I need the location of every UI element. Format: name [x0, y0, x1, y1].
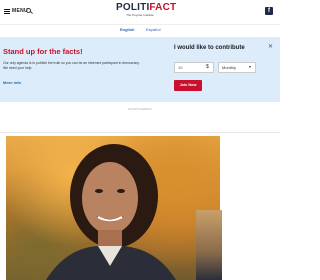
logo-text-politi: POLITI — [116, 2, 150, 13]
more-info-link[interactable]: More info — [3, 80, 21, 85]
hamburger-menu-icon[interactable] — [4, 9, 10, 14]
language-spanish-link[interactable]: Español — [146, 27, 160, 32]
banner-title: Stand up for the facts! — [3, 47, 83, 56]
chevron-down-icon: ▾ — [249, 64, 252, 69]
search-icon[interactable] — [26, 8, 31, 13]
facebook-icon[interactable]: f — [265, 7, 273, 15]
secondary-photo — [196, 210, 222, 280]
hero-photo[interactable] — [6, 136, 220, 280]
amount-value: 10 — [178, 65, 183, 70]
language-bar — [0, 24, 280, 36]
language-english-link[interactable]: English — [120, 27, 134, 32]
close-icon[interactable]: ✕ — [268, 43, 273, 50]
frequency-value: Monthly — [222, 65, 237, 70]
join-now-label: Join Now — [179, 83, 197, 87]
logo-tagline: The Poynter Institute — [126, 13, 154, 17]
banner-description: Our only agenda is to publish the truth … — [3, 61, 140, 70]
advertisement-label: ADVERTISEMENT — [127, 108, 153, 111]
dollar-sign: $ — [206, 64, 209, 70]
contribute-heading: I would like to contribute — [174, 45, 245, 51]
divider — [0, 132, 280, 133]
logo-text-fact: FACT — [149, 2, 177, 13]
hero-photo-graphic — [46, 144, 176, 280]
politifact-logo[interactable]: POLITIFACT The Poynter Institute — [116, 2, 176, 18]
